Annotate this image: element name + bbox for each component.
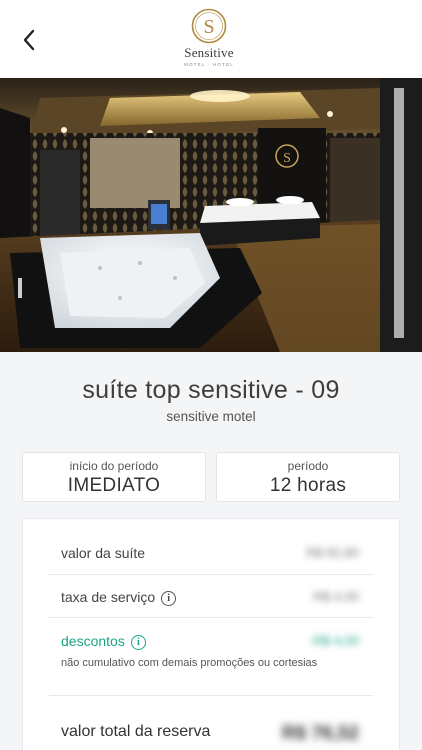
period-value: 12 horas: [269, 475, 347, 496]
top-bar: S Sensitive MOTEL · HOTEL: [0, 0, 422, 78]
info-icon[interactable]: i: [130, 635, 146, 650]
motel-name: sensitive motel: [166, 409, 256, 424]
logo-wordmark: Sensitive: [184, 45, 234, 60]
divider: [49, 617, 373, 618]
logo-subtitle: MOTEL · HOTEL: [184, 62, 234, 67]
start-period-label: início do período: [69, 459, 159, 473]
start-period-value: IMEDIATO: [67, 475, 161, 496]
discounts-label-wrap: descontos i: [61, 633, 146, 650]
discounts-amount: -R$ 4,00: [309, 633, 359, 648]
service-fee-label: taxa de serviço: [61, 589, 156, 605]
wall-logo-letter: S: [283, 151, 291, 166]
suite-value-label: valor da suíte: [61, 545, 146, 561]
suite-photo-gallery[interactable]: S: [0, 78, 422, 352]
suite-value-amount: R$ 82,80: [306, 545, 359, 560]
logo-letter: S: [203, 16, 214, 38]
chevron-left-icon: [23, 29, 35, 51]
back-button[interactable]: [14, 24, 44, 56]
total-label: valor total da reserva: [61, 723, 211, 740]
logo-emblem: S: [191, 8, 227, 44]
info-icon[interactable]: i: [161, 591, 177, 606]
discounts-label: descontos: [61, 633, 125, 649]
brand-logo: S Sensitive MOTEL · HOTEL: [176, 8, 242, 70]
motel-suite-photo: S: [0, 78, 422, 352]
service-fee-label-wrap: taxa de serviço i: [61, 589, 177, 606]
pricing-card: valor da suíte R$ 82,80 taxa de serviço i…: [22, 518, 400, 750]
period-box[interactable]: período 12 horas: [216, 452, 400, 502]
discounts-note: não cumulativo com demais promoções ou c…: [61, 657, 318, 669]
service-fee-amount: R$ 4,00: [313, 589, 359, 604]
period-label: período: [287, 459, 329, 473]
start-period-box[interactable]: início do período IMEDIATO: [22, 452, 206, 502]
divider: [49, 574, 373, 575]
suite-name: suíte top sensitive - 09: [82, 376, 340, 404]
divider: [49, 695, 373, 696]
total-amount: R$ 76,52: [281, 723, 359, 744]
